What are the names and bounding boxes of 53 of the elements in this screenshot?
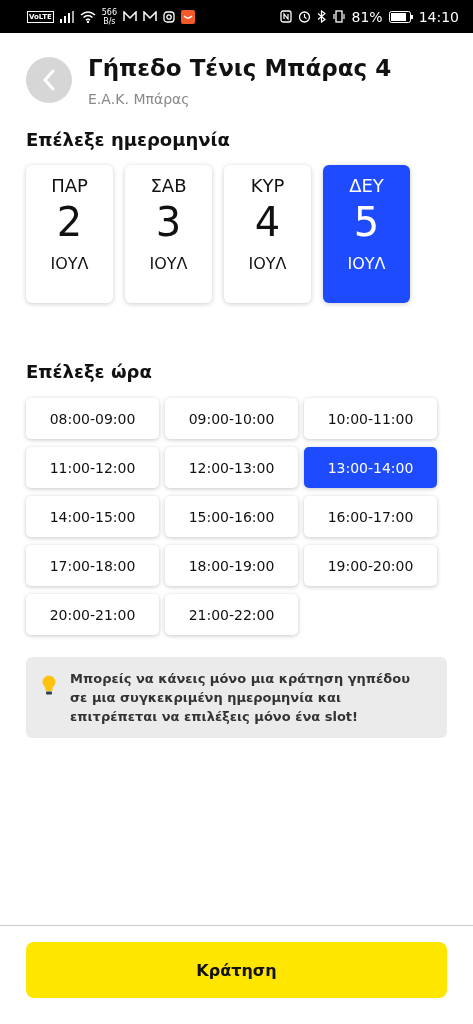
month-label: ΙΟΥΛ <box>248 254 287 273</box>
section-title: Επέλεξε ημερομηνία <box>25 129 231 150</box>
chevron-left-icon <box>42 69 56 91</box>
wifi-icon <box>79 10 96 23</box>
battery-icon <box>388 10 413 23</box>
weekday-label: ΚΥΡ <box>250 175 285 196</box>
app-icon <box>181 9 195 24</box>
mail-icon <box>143 11 157 22</box>
time-slot[interactable]: 16:00-17:00 <box>304 496 437 537</box>
date-card[interactable]: ΣΑΒ 3 ΙΟΥΛ <box>125 165 212 303</box>
weekday-label: ΣΑΒ <box>150 175 187 196</box>
time-slot[interactable]: 11:00-12:00 <box>26 447 159 488</box>
month-label: ΙΟΥΛ <box>149 254 188 273</box>
weekday-label: ΔΕΥ <box>349 175 384 196</box>
time-slot[interactable]: 17:00-18:00 <box>26 545 159 586</box>
time-slot[interactable]: 14:00-15:00 <box>26 496 159 537</box>
signal-icon <box>59 10 74 23</box>
day-number: 2 <box>56 198 83 247</box>
date-card[interactable]: ΔΕΥ 5 ΙΟΥΛ <box>323 165 410 303</box>
time-slot[interactable]: 12:00-13:00 <box>165 447 298 488</box>
book-button[interactable]: Κράτηση <box>26 942 447 998</box>
day-number: 5 <box>353 198 380 247</box>
nfc-icon <box>279 10 292 23</box>
network-speed: 566 B/s <box>101 7 117 26</box>
time-slot[interactable]: 19:00-20:00 <box>304 545 437 586</box>
month-label: ΙΟΥΛ <box>50 254 89 273</box>
day-number: 3 <box>155 198 182 247</box>
camera-icon <box>163 10 175 23</box>
date-card[interactable]: ΚΥΡ 4 ΙΟΥΛ <box>224 165 311 303</box>
time-slot[interactable]: 13:00-14:00 <box>304 447 437 488</box>
section-title: Επέλεξε ώρα <box>25 361 153 382</box>
lightbulb-icon <box>42 675 56 697</box>
bluetooth-icon <box>316 10 326 23</box>
time-slot[interactable]: 10:00-11:00 <box>304 398 437 439</box>
vibrate-icon <box>331 10 346 23</box>
time-slot[interactable]: 15:00-16:00 <box>165 496 298 537</box>
back-button[interactable] <box>26 57 72 103</box>
date-card[interactable]: ΠΑΡ 2 ΙΟΥΛ <box>26 165 113 303</box>
page-title: Γήπεδο Τένις Μπάρας 4 <box>88 54 392 83</box>
month-label: ΙΟΥΛ <box>347 254 386 273</box>
time-slot[interactable]: 09:00-10:00 <box>165 398 298 439</box>
venue-name: Ε.Α.Κ. Μπάρας <box>88 91 191 107</box>
battery-percent: 81% <box>351 8 383 25</box>
time-slot[interactable]: 18:00-19:00 <box>165 545 298 586</box>
time-slot[interactable]: 21:00-22:00 <box>165 594 298 635</box>
alarm-icon <box>297 10 311 23</box>
mail-icon <box>123 11 137 22</box>
day-number: 4 <box>254 198 281 247</box>
info-text: Μπορείς να κάνεις μόνο μια κράτηση γηπέδου σε μια συγκεκριμένη ημερομηνία και επιτρέπεται να επιλέξεις μόνο ένα slot! <box>70 670 411 726</box>
clock-time: 14:10 <box>418 8 459 25</box>
time-slot[interactable]: 20:00-21:00 <box>26 594 159 635</box>
time-slot[interactable]: 08:00-09:00 <box>26 398 159 439</box>
weekday-label: ΠΑΡ <box>51 175 88 196</box>
